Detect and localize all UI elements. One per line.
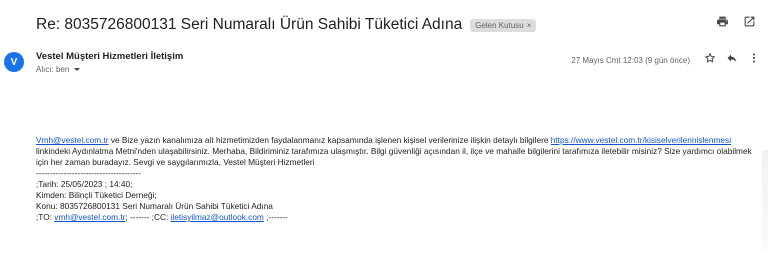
quote-date: ;Tarih: 25/05/2023 ; 14:40; [36,179,133,189]
recipient-line[interactable]: Alıcı: ben [36,65,81,74]
print-icon[interactable] [716,15,729,33]
body-text-1: ve Bize yazın kanalımıza ait hizmetimizd… [108,135,551,145]
subject-row: Re: 8035726800131 Seri Numaralı Ürün Sah… [36,14,760,36]
star-icon[interactable] [704,51,716,69]
label-text: Gelen Kutusu [475,20,524,30]
inbox-label-chip[interactable]: Gelen Kutusu × [470,18,537,32]
more-vert-icon[interactable] [748,51,760,69]
recipient-text: Alıcı: ben [36,65,70,74]
message-date: 27 Mayıs Cmt 12:03 (9 gün önce) [571,55,690,65]
body-paragraph: Vmh@vestel.com.tr ve Bize yazın kanalımı… [36,135,756,168]
body-text-2: linkindeki Aydınlatma Metni'nden ulaşabi… [36,146,752,167]
message-body: Vmh@vestel.com.tr ve Bize yazın kanalımı… [36,135,756,223]
sender-email-link[interactable]: Vmh@vestel.com.tr [36,135,109,145]
to-mid: ; ------- ;CC: [125,212,171,222]
privacy-url-link[interactable]: https://www.vestel.com.tr/kisiselveriler… [551,135,731,145]
cc-suffix: ;------- [263,212,288,222]
recipient-details-chevron-icon[interactable] [74,68,81,71]
to-prefix: ;TO: [36,212,55,222]
message-meta: 27 Mayıs Cmt 12:03 (9 gün önce) [571,51,760,69]
quote-subject: Konu: 8035726800131 Seri Numaralı Ürün S… [36,201,273,211]
sender-name[interactable]: Vestel Müşteri Hizmetleri İletişim [36,51,183,62]
remove-label-icon[interactable]: × [527,21,532,30]
open-new-window-icon[interactable] [743,15,756,33]
quote-separator: -------------------------------------- [36,168,141,178]
cc-email-link[interactable]: iletisyilmaz@outlook.com [171,212,264,222]
top-actions [716,15,756,33]
quote-from: Kimden: Bilinçli Tüketici Derneği; [36,190,157,200]
to-email-link[interactable]: vmh@vestel.com.tr [54,212,125,222]
scroll-shadow [762,150,768,250]
quote-to-cc: ;TO: vmh@vestel.com.tr; ------- ;CC: ile… [36,212,756,223]
reply-icon[interactable] [726,51,738,69]
sender-avatar[interactable]: V [4,52,24,72]
email-subject: Re: 8035726800131 Seri Numaralı Ürün Sah… [36,16,463,33]
